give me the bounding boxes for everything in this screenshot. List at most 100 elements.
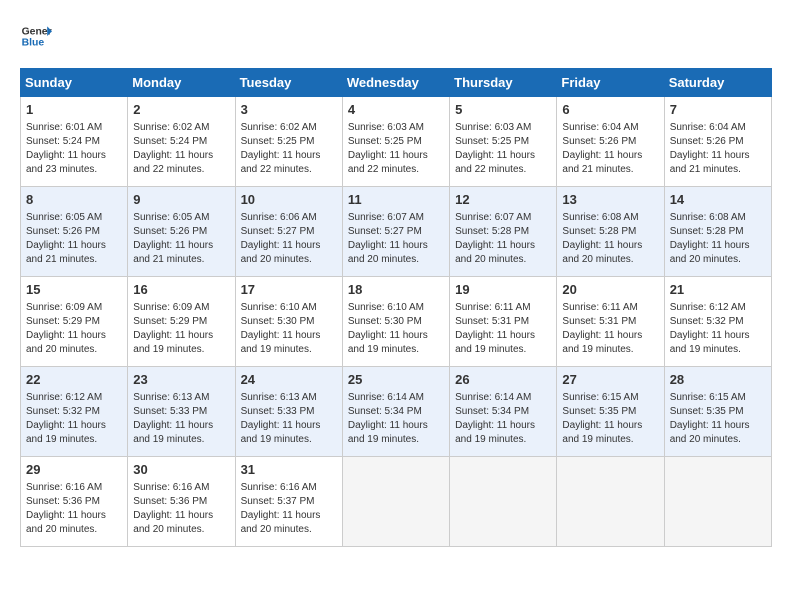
day-info: Sunrise: 6:16 AM Sunset: 5:36 PM Dayligh…: [133, 481, 229, 537]
day-info: Sunrise: 6:08 AM Sunset: 5:28 PM Dayligh…: [670, 211, 766, 267]
day-number: 21: [670, 281, 766, 299]
day-info: Sunrise: 6:10 AM Sunset: 5:30 PM Dayligh…: [241, 301, 337, 357]
calendar-cell: 4 Sunrise: 6:03 AM Sunset: 5:25 PM Daylig…: [342, 97, 449, 187]
day-info: Sunrise: 6:11 AM Sunset: 5:31 PM Dayligh…: [455, 301, 551, 357]
header: General Blue: [20, 20, 772, 52]
day-info: Sunrise: 6:12 AM Sunset: 5:32 PM Dayligh…: [26, 391, 122, 447]
day-number: 26: [455, 371, 551, 389]
day-number: 28: [670, 371, 766, 389]
calendar-cell: 13Sunrise: 6:08 AM Sunset: 5:28 PM Dayli…: [557, 187, 664, 277]
calendar-cell: 9 Sunrise: 6:05 AM Sunset: 5:26 PM Daylig…: [128, 187, 235, 277]
calendar-cell: 1Sunrise: 6:01 AM Sunset: 5:24 PM Daylig…: [21, 97, 128, 187]
calendar-cell: 20 Sunrise: 6:11 AM Sunset: 5:31 PM Dayli…: [557, 277, 664, 367]
day-info: Sunrise: 6:04 AM Sunset: 5:26 PM Dayligh…: [670, 121, 766, 177]
calendar-cell: 22Sunrise: 6:12 AM Sunset: 5:32 PM Dayli…: [21, 367, 128, 457]
calendar-cell: 10 Sunrise: 6:06 AM Sunset: 5:27 PM Dayli…: [235, 187, 342, 277]
calendar-week-3: 15 Sunrise: 6:09 AM Sunset: 5:29 PM Dayli…: [21, 277, 772, 367]
day-number: 31: [241, 461, 337, 479]
calendar-cell: 30 Sunrise: 6:16 AM Sunset: 5:36 PM Dayli…: [128, 457, 235, 547]
day-info: Sunrise: 6:03 AM Sunset: 5:25 PM Dayligh…: [455, 121, 551, 177]
calendar-week-5: 29 Sunrise: 6:16 AM Sunset: 5:36 PM Dayli…: [21, 457, 772, 547]
day-info: Sunrise: 6:07 AM Sunset: 5:27 PM Dayligh…: [348, 211, 444, 267]
calendar-cell: 28 Sunrise: 6:15 AM Sunset: 5:35 PM Dayli…: [664, 367, 771, 457]
day-number: 5: [455, 101, 551, 119]
day-info: Sunrise: 6:07 AM Sunset: 5:28 PM Dayligh…: [455, 211, 551, 267]
calendar-cell: [450, 457, 557, 547]
day-info: Sunrise: 6:11 AM Sunset: 5:31 PM Dayligh…: [562, 301, 658, 357]
day-info: Sunrise: 6:16 AM Sunset: 5:37 PM Dayligh…: [241, 481, 337, 537]
day-info: Sunrise: 6:04 AM Sunset: 5:26 PM Dayligh…: [562, 121, 658, 177]
calendar-cell: 27Sunrise: 6:15 AM Sunset: 5:35 PM Dayli…: [557, 367, 664, 457]
day-number: 23: [133, 371, 229, 389]
day-info: Sunrise: 6:05 AM Sunset: 5:26 PM Dayligh…: [133, 211, 229, 267]
logo: General Blue: [20, 20, 52, 52]
day-info: Sunrise: 6:06 AM Sunset: 5:27 PM Dayligh…: [241, 211, 337, 267]
day-number: 2: [133, 101, 229, 119]
calendar-week-2: 8 Sunrise: 6:05 AM Sunset: 5:26 PM Daylig…: [21, 187, 772, 277]
day-number: 17: [241, 281, 337, 299]
day-number: 25: [348, 371, 444, 389]
day-info: Sunrise: 6:05 AM Sunset: 5:26 PM Dayligh…: [26, 211, 122, 267]
weekday-header-wednesday: Wednesday: [342, 69, 449, 97]
day-number: 1: [26, 101, 122, 119]
day-number: 16: [133, 281, 229, 299]
day-number: 11: [348, 191, 444, 209]
weekday-header-thursday: Thursday: [450, 69, 557, 97]
day-info: Sunrise: 6:15 AM Sunset: 5:35 PM Dayligh…: [670, 391, 766, 447]
day-number: 10: [241, 191, 337, 209]
day-number: 8: [26, 191, 122, 209]
calendar-cell: 16 Sunrise: 6:09 AM Sunset: 5:29 PM Dayli…: [128, 277, 235, 367]
calendar-cell: 26 Sunrise: 6:14 AM Sunset: 5:34 PM Dayli…: [450, 367, 557, 457]
weekday-header-monday: Monday: [128, 69, 235, 97]
day-info: Sunrise: 6:02 AM Sunset: 5:25 PM Dayligh…: [241, 121, 337, 177]
day-info: Sunrise: 6:10 AM Sunset: 5:30 PM Dayligh…: [348, 301, 444, 357]
calendar-table: SundayMondayTuesdayWednesdayThursdayFrid…: [20, 68, 772, 547]
weekday-header-friday: Friday: [557, 69, 664, 97]
calendar-cell: [664, 457, 771, 547]
svg-text:Blue: Blue: [22, 38, 45, 49]
day-number: 30: [133, 461, 229, 479]
calendar-cell: 21Sunrise: 6:12 AM Sunset: 5:32 PM Dayli…: [664, 277, 771, 367]
day-number: 19: [455, 281, 551, 299]
day-number: 14: [670, 191, 766, 209]
calendar-header-row: SundayMondayTuesdayWednesdayThursdayFrid…: [21, 69, 772, 97]
day-info: Sunrise: 6:09 AM Sunset: 5:29 PM Dayligh…: [133, 301, 229, 357]
day-info: Sunrise: 6:14 AM Sunset: 5:34 PM Dayligh…: [455, 391, 551, 447]
calendar-cell: 25Sunrise: 6:14 AM Sunset: 5:34 PM Dayli…: [342, 367, 449, 457]
calendar-cell: 29Sunrise: 6:16 AM Sunset: 5:36 PM Dayli…: [21, 457, 128, 547]
day-info: Sunrise: 6:03 AM Sunset: 5:25 PM Dayligh…: [348, 121, 444, 177]
calendar-week-1: 1Sunrise: 6:01 AM Sunset: 5:24 PM Daylig…: [21, 97, 772, 187]
day-number: 12: [455, 191, 551, 209]
calendar-week-4: 22Sunrise: 6:12 AM Sunset: 5:32 PM Dayli…: [21, 367, 772, 457]
calendar-cell: 18Sunrise: 6:10 AM Sunset: 5:30 PM Dayli…: [342, 277, 449, 367]
day-info: Sunrise: 6:08 AM Sunset: 5:28 PM Dayligh…: [562, 211, 658, 267]
day-number: 27: [562, 371, 658, 389]
day-number: 29: [26, 461, 122, 479]
calendar-cell: 19 Sunrise: 6:11 AM Sunset: 5:31 PM Dayli…: [450, 277, 557, 367]
day-number: 9: [133, 191, 229, 209]
day-info: Sunrise: 6:13 AM Sunset: 5:33 PM Dayligh…: [133, 391, 229, 447]
day-number: 4: [348, 101, 444, 119]
day-number: 3: [241, 101, 337, 119]
calendar-cell: 7 Sunrise: 6:04 AM Sunset: 5:26 PM Daylig…: [664, 97, 771, 187]
calendar-cell: 12 Sunrise: 6:07 AM Sunset: 5:28 PM Dayli…: [450, 187, 557, 277]
calendar-cell: 8 Sunrise: 6:05 AM Sunset: 5:26 PM Daylig…: [21, 187, 128, 277]
weekday-header-saturday: Saturday: [664, 69, 771, 97]
calendar-cell: 3 Sunrise: 6:02 AM Sunset: 5:25 PM Daylig…: [235, 97, 342, 187]
day-number: 6: [562, 101, 658, 119]
day-number: 15: [26, 281, 122, 299]
calendar-cell: 5 Sunrise: 6:03 AM Sunset: 5:25 PM Daylig…: [450, 97, 557, 187]
logo-icon: General Blue: [20, 20, 52, 52]
calendar-cell: 14 Sunrise: 6:08 AM Sunset: 5:28 PM Dayli…: [664, 187, 771, 277]
day-number: 20: [562, 281, 658, 299]
calendar-cell: [342, 457, 449, 547]
day-info: Sunrise: 6:13 AM Sunset: 5:33 PM Dayligh…: [241, 391, 337, 447]
calendar-cell: 17 Sunrise: 6:10 AM Sunset: 5:30 PM Dayli…: [235, 277, 342, 367]
day-info: Sunrise: 6:09 AM Sunset: 5:29 PM Dayligh…: [26, 301, 122, 357]
calendar-cell: [557, 457, 664, 547]
weekday-header-sunday: Sunday: [21, 69, 128, 97]
calendar-cell: 31 Sunrise: 6:16 AM Sunset: 5:37 PM Dayli…: [235, 457, 342, 547]
calendar-cell: 6 Sunrise: 6:04 AM Sunset: 5:26 PM Daylig…: [557, 97, 664, 187]
day-number: 7: [670, 101, 766, 119]
day-info: Sunrise: 6:02 AM Sunset: 5:24 PM Dayligh…: [133, 121, 229, 177]
